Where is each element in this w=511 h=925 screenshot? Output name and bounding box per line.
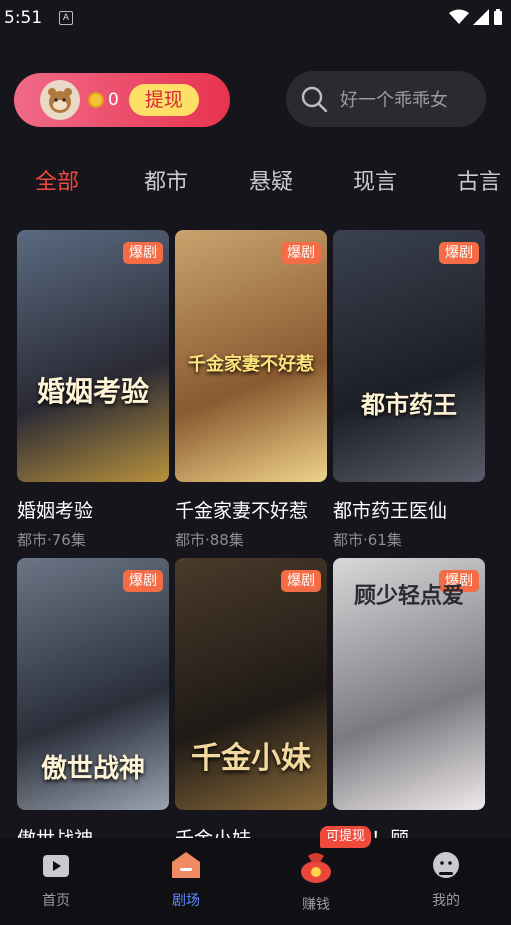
withdrawable-tag: 可提现 [320, 826, 372, 848]
tab-suspense[interactable]: 悬疑 [249, 164, 293, 196]
status-bar: 5:51 A [0, 0, 511, 36]
drama-card[interactable]: 爆剧 顾少轻点爱 惊喜！顾 [333, 558, 485, 851]
drama-poster[interactable]: 爆剧 婚姻考验 [17, 230, 169, 482]
drama-card[interactable]: 爆剧 千金家妻不好惹 千金家妻不好惹 都市·88集 [175, 230, 327, 550]
money-bag-icon [301, 853, 331, 883]
poster-title-art: 顾少轻点爱 [353, 583, 464, 609]
coin-count: 0 [108, 90, 119, 110]
search-bar[interactable]: 好一个乖乖女 [286, 71, 486, 127]
drama-card[interactable]: 爆剧 婚姻考验 婚姻考验 都市·76集 [17, 230, 169, 550]
nav-theater[interactable]: 剧场 [146, 850, 226, 910]
nav-earn[interactable]: 赚钱 [276, 850, 356, 914]
category-tabs: 全部 都市 悬疑 现言 古言 [0, 160, 511, 200]
drama-card[interactable]: 爆剧 傲世战神 傲世战神 [17, 558, 169, 851]
poster-title-art: 傲世战神 [40, 754, 145, 784]
avatar[interactable] [40, 80, 80, 120]
tab-urban[interactable]: 都市 [144, 164, 188, 196]
status-icons [449, 9, 503, 25]
notification-icon: A [59, 11, 73, 25]
profile-icon [433, 852, 459, 878]
bottom-nav: 首页 剧场 赚钱 可提现 我的 [0, 826, 511, 925]
battery-icon [494, 9, 502, 25]
poster-title-art: 都市药王 [361, 390, 457, 419]
poster-title-art: 千金小妹 [191, 741, 311, 776]
hot-badge: 爆剧 [439, 242, 479, 264]
nav-home-label: 首页 [42, 893, 70, 909]
nav-theater-label: 剧场 [172, 893, 200, 909]
top-bar: 0 提现 好一个乖乖女 [0, 70, 511, 130]
nav-earn-label: 赚钱 [302, 897, 330, 913]
drama-poster[interactable]: 爆剧 千金家妻不好惹 [175, 230, 327, 482]
hot-badge: 爆剧 [123, 242, 163, 264]
drama-title: 都市药王医仙 [333, 500, 448, 522]
drama-card[interactable]: 爆剧 都市药王 都市药王医仙 都市·61集 [333, 230, 485, 550]
nav-home[interactable]: 首页 [16, 850, 96, 910]
drama-title: 婚姻考验 [17, 500, 94, 522]
drama-title: 千金家妻不好惹 [175, 500, 309, 522]
coin-icon [88, 92, 104, 108]
avatar-icon [48, 88, 72, 113]
status-time: 5:51 [4, 8, 43, 28]
theater-icon [172, 852, 200, 878]
hot-badge: 爆剧 [123, 570, 163, 592]
drama-poster[interactable]: 爆剧 都市药王 [333, 230, 485, 482]
poster-title-art: 千金家妻不好惹 [188, 354, 314, 375]
wifi-icon [449, 9, 469, 24]
hot-badge: 爆剧 [281, 242, 321, 264]
drama-poster[interactable]: 爆剧 千金小妹 [175, 558, 327, 810]
signal-icon [473, 9, 489, 25]
tab-ancient-romance[interactable]: 古言 [457, 164, 501, 196]
drama-card[interactable]: 爆剧 千金小妹 千金小妹 [175, 558, 327, 851]
hot-badge: 爆剧 [281, 570, 321, 592]
search-placeholder: 好一个乖乖女 [340, 90, 448, 111]
drama-meta: 都市·61集 [333, 531, 402, 549]
nav-profile-label: 我的 [432, 893, 460, 909]
user-wallet-pill[interactable]: 0 提现 [14, 73, 230, 127]
search-icon [301, 86, 328, 113]
home-video-icon [43, 855, 69, 877]
nav-profile[interactable]: 我的 [406, 850, 486, 910]
drama-meta: 都市·76集 [17, 531, 86, 549]
drama-poster[interactable]: 爆剧 傲世战神 [17, 558, 169, 810]
withdraw-button[interactable]: 提现 [128, 84, 199, 116]
tab-all[interactable]: 全部 [35, 164, 79, 196]
poster-title-art: 婚姻考验 [36, 375, 149, 408]
drama-meta: 都市·88集 [175, 531, 244, 549]
tab-modern-romance[interactable]: 现言 [353, 164, 397, 196]
drama-poster[interactable]: 爆剧 顾少轻点爱 [333, 558, 485, 810]
